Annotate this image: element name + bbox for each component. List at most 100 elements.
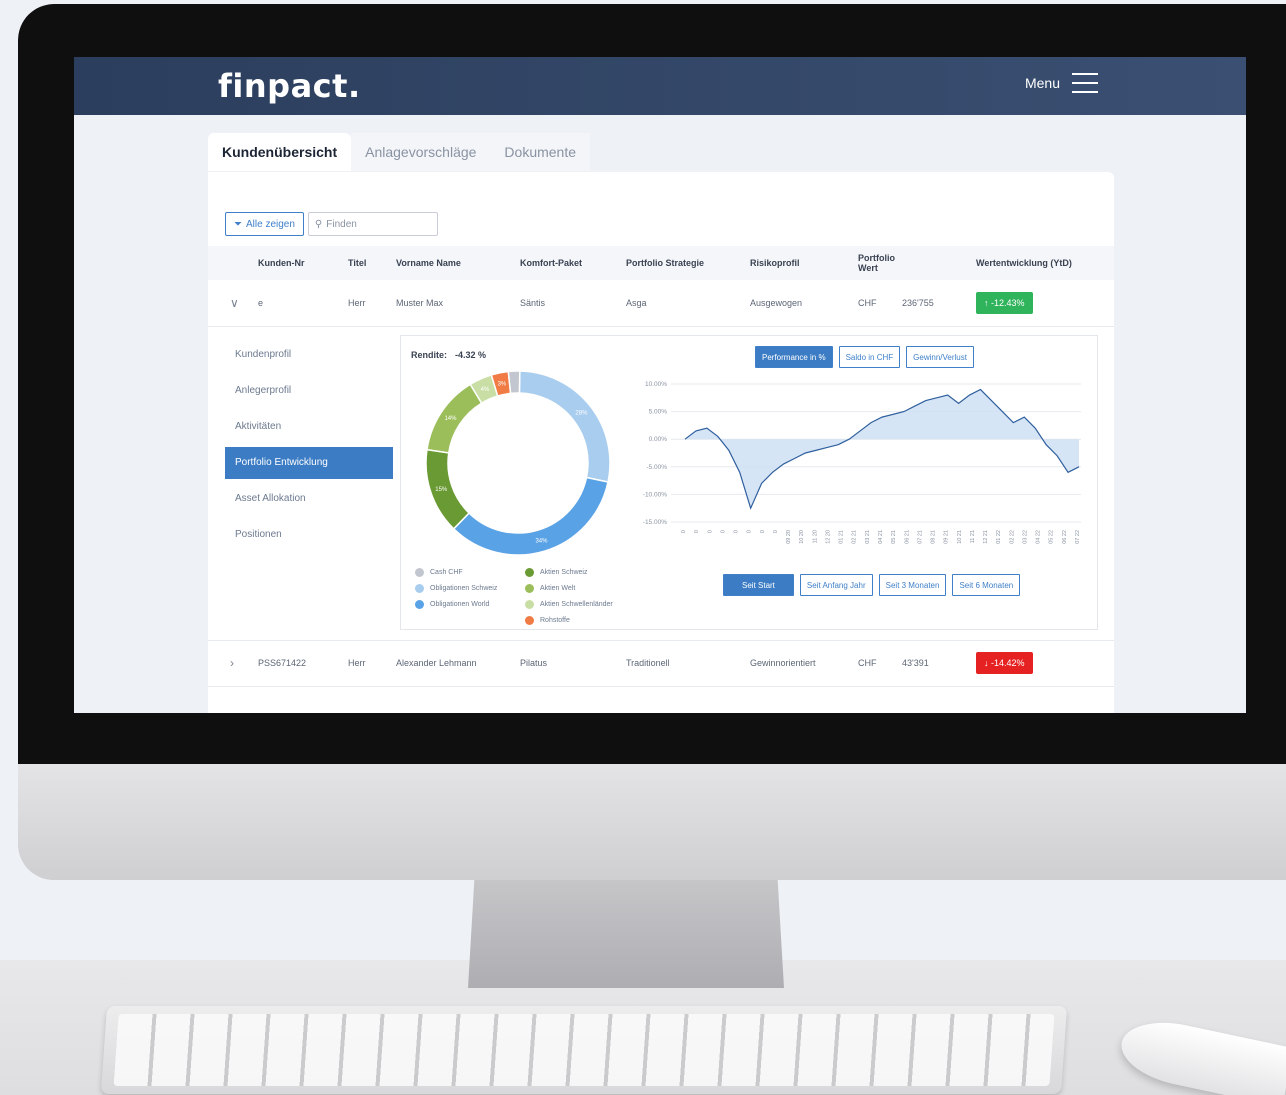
seit-6-monaten-button[interactable]: Seit 6 Monaten	[952, 574, 1021, 596]
legend-dot-obligationen-world	[415, 599, 424, 609]
tab-anlagevorschlaege[interactable]: Anlagevorschläge	[351, 133, 491, 171]
top-bar: finpact. Menu	[74, 57, 1246, 115]
seit-start-button[interactable]: Seit Start	[723, 574, 794, 596]
x-tick-label: 10 21	[957, 530, 963, 544]
logo: finpact.	[218, 67, 361, 105]
app-screen: finpact. Menu Kundenübersicht Anlagevors…	[74, 57, 1246, 713]
y-tick-label: -5.00%	[646, 464, 667, 471]
sidenav-item-positionen[interactable]: Positionen	[225, 519, 393, 551]
x-tick-label: 05 22	[1049, 530, 1055, 544]
y-tick-label: 5.00%	[649, 409, 668, 416]
x-tick-label: 09 20	[786, 530, 792, 544]
ytd-badge: ↓ -14.42%	[976, 651, 1033, 674]
sidenav-item-asset-allokation[interactable]: Asset Allokation	[225, 483, 393, 515]
x-tick-label: 05 21	[891, 530, 897, 544]
saldo-chf-button[interactable]: Saldo in CHF	[838, 346, 901, 368]
legend-item: Aktien Schweiz	[525, 566, 635, 578]
x-tick-label: 02 22	[1009, 530, 1015, 544]
col-kunden-nr: Kunden-Nr	[258, 246, 348, 280]
legend-dot-obligationen-schweiz	[415, 583, 424, 593]
rendite: Rendite: -4.32 %	[411, 350, 486, 360]
x-tick-label: 07 22	[1075, 530, 1081, 544]
cell-strategie: Asga	[626, 280, 750, 327]
range-toggle: Seit Start Seit Anfang Jahr Seit 3 Monat…	[723, 574, 1021, 596]
menu-label: Menu	[1024, 75, 1060, 91]
cell-ytd: ↓ -14.42%	[976, 640, 1114, 687]
x-tick-label: 0	[681, 530, 687, 533]
legend-empty	[415, 614, 525, 626]
table-row[interactable]: ∨ e Herr Muster Max Säntis Asga Ausgewog…	[208, 280, 1114, 327]
sidenav-item-anlegerprofil[interactable]: Anlegerprofil	[225, 375, 393, 407]
col-risiko: Risikoprofil	[750, 246, 858, 280]
ytd-badge: ↑ -12.43%	[976, 291, 1033, 314]
x-tick-label: 0	[773, 530, 779, 533]
cell-risiko: Ausgewogen	[750, 280, 858, 327]
seit-3-monaten-button[interactable]: Seit 3 Monaten	[878, 574, 947, 596]
search-input[interactable]: ⚲ Finden	[307, 212, 438, 236]
menu-button[interactable]: Menu	[1025, 73, 1098, 93]
allocation-donut-chart: 28% 34% 15% 14% 4% 3%	[425, 370, 611, 556]
gewinn-verlust-button[interactable]: Gewinn/Verlust	[906, 346, 974, 368]
col-titel: Titel	[348, 246, 396, 280]
keyboard	[100, 1006, 1068, 1094]
cell-ytd: ↑ -12.43%	[976, 280, 1114, 327]
show-all-label: Alle zeigen	[246, 218, 295, 230]
monitor-chin	[18, 764, 1286, 880]
cell-currency: CHF	[858, 280, 902, 327]
cell-wert: 236'755	[902, 280, 976, 327]
sidenav-item-portfolio-entwicklung[interactable]: Portfolio Entwicklung	[225, 447, 393, 479]
cell-paket: Säntis	[520, 280, 626, 327]
tab-dokumente[interactable]: Dokumente	[490, 133, 591, 171]
col-paket: Komfort-Paket	[520, 246, 626, 280]
x-tick-label: 10 20	[799, 530, 805, 544]
col-strategie: Portfolio Strategie	[626, 246, 750, 280]
performance-line-chart: 10.00% 5.00% 0.00% -5.00% -10.00% -15.00% 0 0 0 0…	[643, 381, 1081, 544]
tab-bar: Kundenübersicht Anlagevorschläge Dokumen…	[208, 133, 591, 171]
x-tick-label: 01 22	[996, 530, 1002, 544]
show-all-button[interactable]: ⏷ Alle zeigen	[225, 212, 304, 236]
search-placeholder: Finden	[326, 218, 357, 230]
detail-sidenav: Kundenprofil Anlegerprofil Aktivitäten P…	[225, 339, 393, 555]
x-tick-label: 09 21	[944, 530, 950, 544]
donut-slice-label: 28%	[575, 411, 588, 417]
donut-slice	[518, 370, 611, 483]
legend-dot-cash	[415, 567, 424, 577]
filter-icon: ⏷	[234, 218, 242, 230]
cell-name: Alexander Lehmann	[396, 640, 520, 687]
table-header-row: Kunden-Nr Titel Vorname Name Komfort-Pak…	[208, 246, 1114, 280]
table-row[interactable]: › PSS671422 Herr Alexander Lehmann Pilat…	[208, 640, 1114, 687]
expand-chevron-icon[interactable]: ›	[208, 640, 258, 687]
sidenav-item-kundenprofil[interactable]: Kundenprofil	[225, 339, 393, 371]
x-tick-label: 11 21	[970, 530, 976, 543]
donut-slice-label: 14%	[444, 416, 457, 422]
x-tick-label: 0	[694, 530, 700, 533]
x-tick-label: 0	[734, 530, 740, 533]
tab-kundenuebersicht[interactable]: Kundenübersicht	[208, 133, 352, 171]
seit-anfang-jahr-button[interactable]: Seit Anfang Jahr	[799, 574, 873, 596]
sidenav-item-aktivitaeten[interactable]: Aktivitäten	[225, 411, 393, 443]
x-tick-label: 02 21	[852, 530, 858, 544]
cell-titel: Herr	[348, 640, 396, 687]
y-tick-label: -15.00%	[643, 519, 667, 526]
x-tick-label: 12 21	[983, 530, 989, 544]
legend-dot-aktien-schweiz	[525, 567, 534, 577]
search-icon: ⚲	[314, 218, 323, 230]
col-wert-amount	[902, 246, 976, 280]
donut-legend: Cash CHF Aktien Schweiz Obligationen Sch…	[415, 566, 635, 626]
hamburger-icon	[1072, 73, 1098, 93]
cell-titel: Herr	[348, 280, 396, 327]
collapse-chevron-icon[interactable]: ∨	[208, 280, 258, 327]
client-card: ⏷ Alle zeigen ⚲ Finden Kunden-Nr Titel V…	[208, 172, 1114, 713]
donut-slice-label: 34%	[535, 539, 548, 545]
x-tick-label: 04 22	[1036, 530, 1042, 544]
x-tick-label: 03 22	[1022, 530, 1028, 544]
x-tick-label: 12 20	[825, 530, 831, 544]
legend-dot-rohstoffe	[525, 615, 534, 625]
area-fill	[685, 389, 1079, 509]
donut-slice	[425, 448, 471, 530]
performance-pct-button[interactable]: Performance in %	[755, 346, 833, 368]
col-expand	[208, 246, 258, 280]
donut-slice-label: 4%	[481, 387, 490, 393]
legend-item: Cash CHF	[415, 566, 525, 578]
view-toggle: Performance in % Saldo in CHF Gewinn/Ver…	[755, 346, 974, 368]
